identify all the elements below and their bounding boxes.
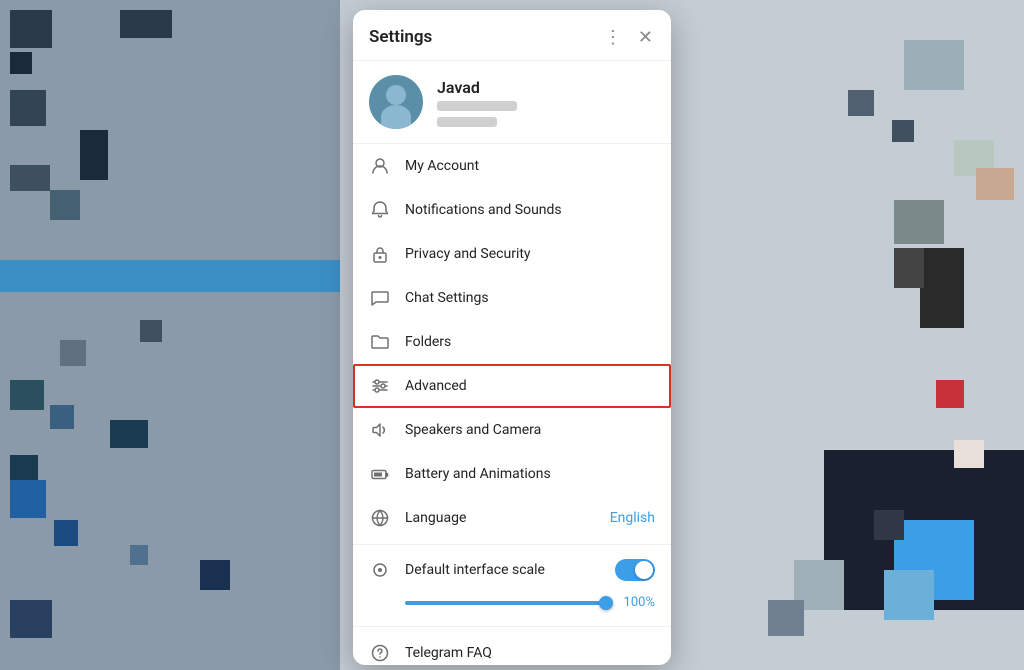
slider-row: 100% [353, 591, 671, 622]
more-button[interactable]: ⋮ [602, 26, 624, 48]
language-value: English [610, 510, 655, 526]
modal-title: Settings [369, 27, 432, 47]
profile-section[interactable]: Javad [353, 61, 671, 144]
help-circle-icon [369, 642, 391, 664]
menu-item-privacy[interactable]: Privacy and Security [353, 232, 671, 276]
language-icon [369, 507, 391, 529]
modal-overlay: Settings ⋮ ✕ Javad [0, 0, 1024, 670]
slider-thumb[interactable] [599, 596, 613, 610]
settings-modal: Settings ⋮ ✕ Javad [353, 10, 671, 665]
chat-icon [369, 287, 391, 309]
menu-label-privacy: Privacy and Security [405, 246, 655, 262]
menu-item-advanced[interactable]: Advanced [353, 364, 671, 408]
slider-value: 100% [621, 595, 655, 610]
divider-2 [353, 626, 671, 627]
sliders-icon [369, 375, 391, 397]
slider-track[interactable] [405, 601, 611, 605]
modal-header: Settings ⋮ ✕ [353, 10, 671, 61]
lock-icon [369, 243, 391, 265]
profile-username [437, 117, 497, 127]
menu-item-battery[interactable]: Battery and Animations [353, 452, 671, 496]
menu-label-faq: Telegram FAQ [405, 645, 655, 661]
menu-item-chat-settings[interactable]: Chat Settings [353, 276, 671, 320]
scale-icon [369, 559, 391, 581]
toggle-row-scale: Default interface scale [353, 549, 671, 591]
menu-label-notifications: Notifications and Sounds [405, 202, 655, 218]
account-icon [369, 155, 391, 177]
divider-1 [353, 544, 671, 545]
menu-list: My Account Notifications and Sounds [353, 144, 671, 665]
profile-name: Javad [437, 78, 517, 97]
menu-item-faq[interactable]: Telegram FAQ [353, 631, 671, 665]
menu-item-notifications[interactable]: Notifications and Sounds [353, 188, 671, 232]
header-icons: ⋮ ✕ [602, 26, 655, 48]
toggle-label-scale: Default interface scale [405, 562, 601, 578]
profile-phone [437, 101, 517, 111]
menu-label-advanced: Advanced [405, 378, 655, 394]
toggle-thumb [635, 561, 653, 579]
toggle-switch-scale[interactable] [615, 559, 655, 581]
folder-icon [369, 331, 391, 353]
avatar [369, 75, 423, 129]
menu-item-language[interactable]: Language English [353, 496, 671, 540]
menu-label-language: Language [405, 510, 596, 526]
slider-fill [405, 601, 611, 605]
profile-info: Javad [437, 78, 517, 127]
menu-item-folders[interactable]: Folders [353, 320, 671, 364]
menu-label-folders: Folders [405, 334, 655, 350]
menu-label-chat-settings: Chat Settings [405, 290, 655, 306]
battery-icon [369, 463, 391, 485]
bell-icon [369, 199, 391, 221]
menu-item-my-account[interactable]: My Account [353, 144, 671, 188]
menu-item-speakers[interactable]: Speakers and Camera [353, 408, 671, 452]
menu-label-battery: Battery and Animations [405, 466, 655, 482]
close-button[interactable]: ✕ [636, 26, 655, 48]
speaker-icon [369, 419, 391, 441]
menu-label-speakers: Speakers and Camera [405, 422, 655, 438]
menu-label-my-account: My Account [405, 158, 655, 174]
